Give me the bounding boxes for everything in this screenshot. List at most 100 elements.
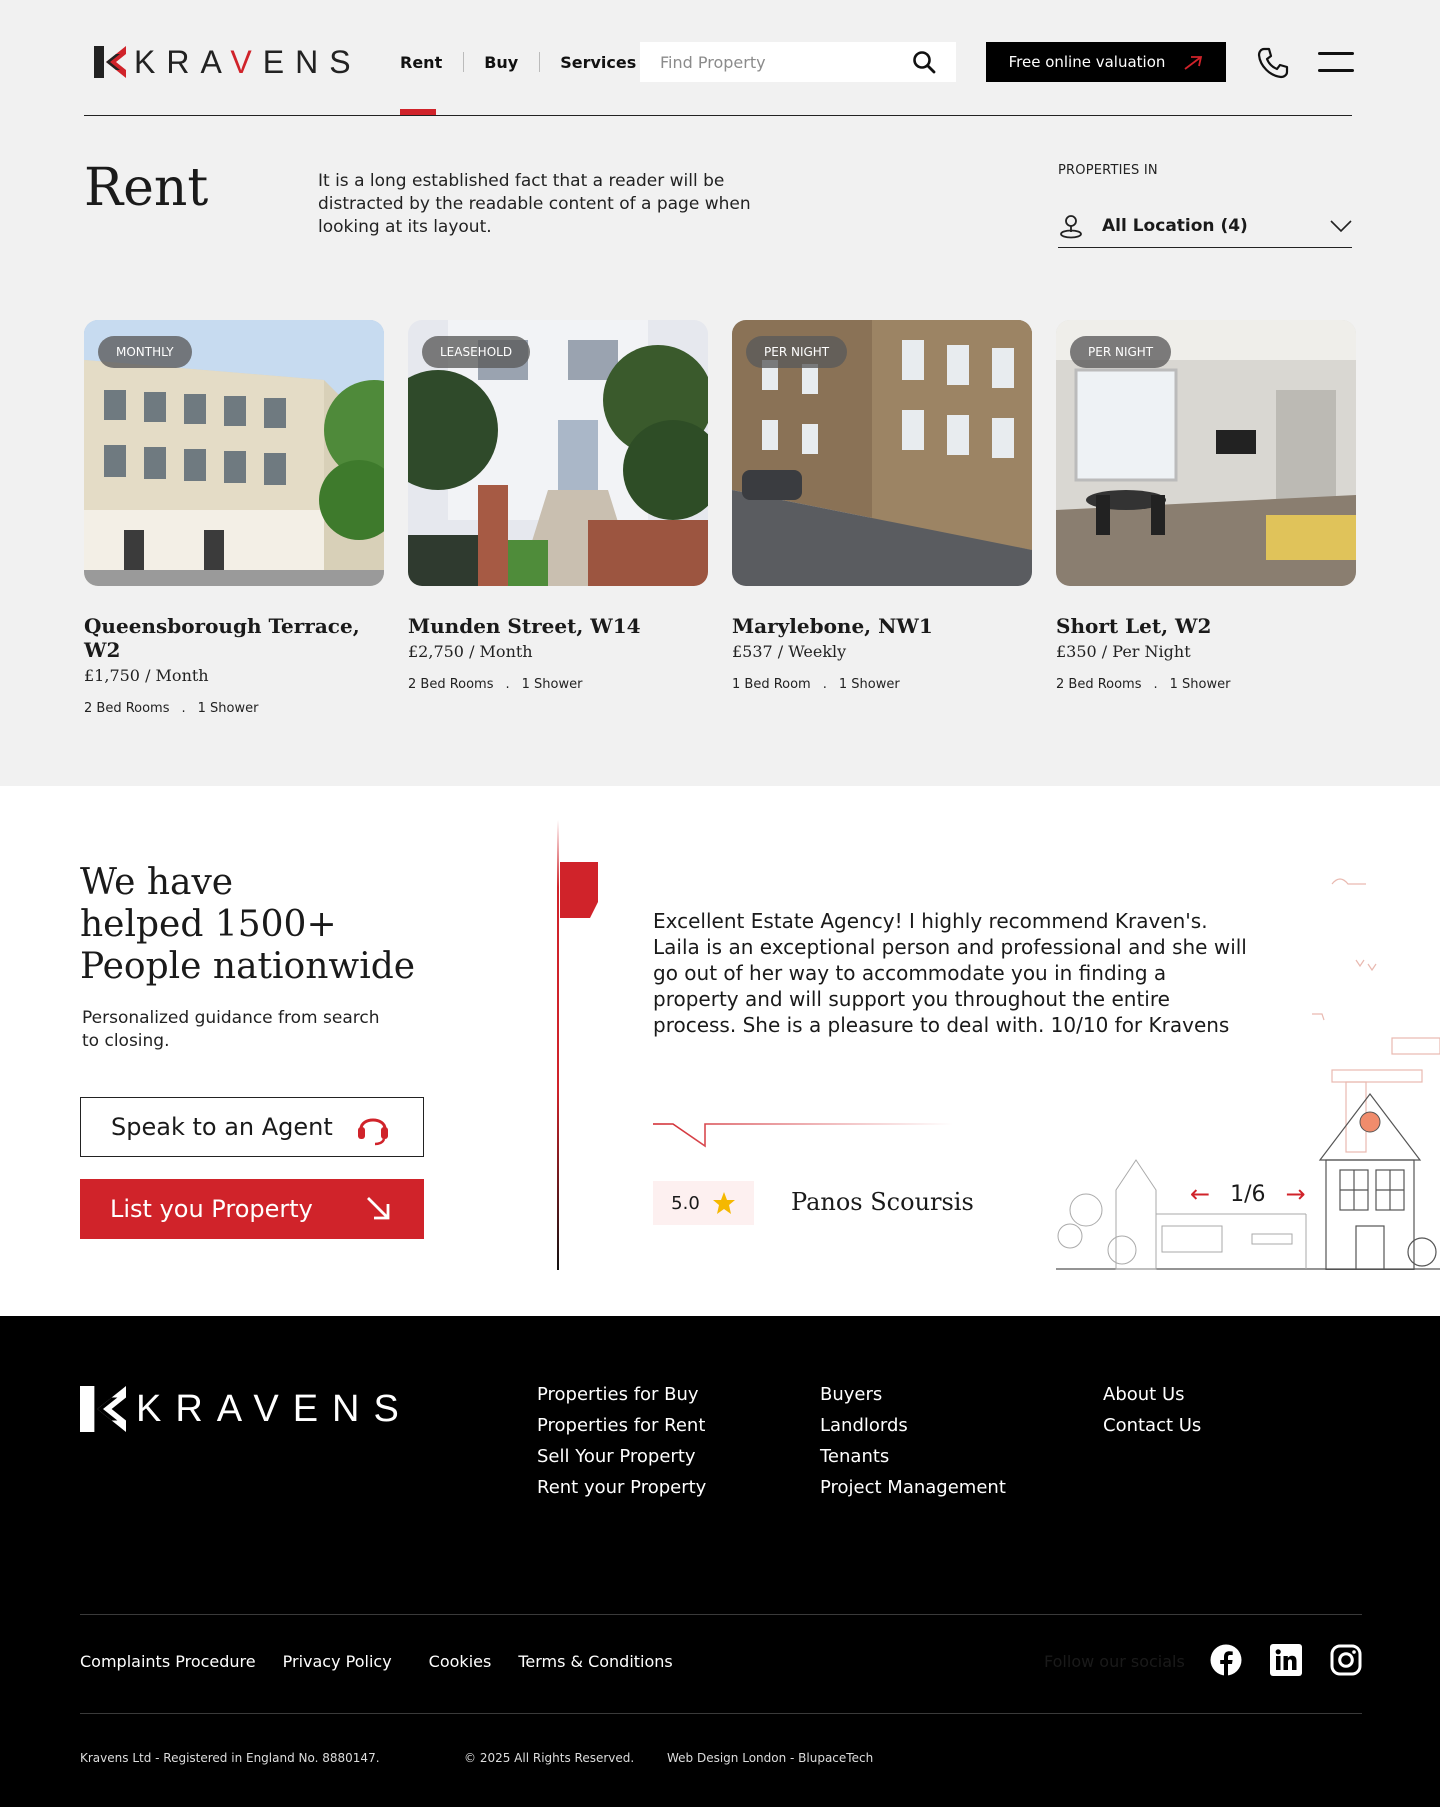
linkedin-icon[interactable] [1270,1644,1302,1676]
property-price: £350 / Per Night [1056,642,1191,661]
bedrooms: 2 Bed Rooms [84,701,170,716]
arrow-up-right-icon [1184,56,1203,70]
price-period: Per Night [1112,642,1191,661]
list-property-button[interactable]: List you Property [80,1179,424,1239]
page-intro: It is a long established fact that a rea… [318,171,751,237]
property-price: £1,750 / Month [84,666,209,685]
property-card[interactable]: PER NIGHT Short Let, W2 £350 / Per Night… [1056,320,1356,692]
footer-links-company: About Us Contact Us [1103,1384,1201,1436]
footer-divider [80,1614,1362,1615]
copyright: © 2025 All Rights Reserved. [464,1751,635,1765]
footer-links-audience: Buyers Landlords Tenants Project Managem… [820,1384,1006,1498]
main-nav: Rent Buy Services [400,52,657,72]
property-name[interactable]: Marylebone, NW1 [732,614,1032,638]
footer-link[interactable]: Properties for Rent [537,1415,706,1436]
property-meta: 1 Bed Room. 1 Shower [732,677,900,692]
legal-link[interactable]: Terms & Conditions [518,1652,672,1671]
speak-to-agent-button[interactable]: Speak to an Agent [80,1097,424,1157]
phone-icon[interactable] [1256,46,1290,80]
price-value: £350 [1056,642,1097,661]
property-name[interactable]: Munden Street, W14 [408,614,708,638]
price-period: Month [479,642,533,661]
search-input[interactable] [660,52,912,72]
headset-icon [358,1118,388,1146]
price-value: £2,750 [408,642,464,661]
footer-link[interactable]: Buyers [820,1384,1006,1405]
bathrooms: 1 Shower [197,701,259,716]
hamburger-menu-icon[interactable] [1318,52,1354,72]
free-valuation-button[interactable]: Free online valuation [986,42,1226,82]
property-name[interactable]: Short Let, W2 [1056,614,1356,638]
rating-value: 5.0 [671,1192,700,1214]
price-value: £1,750 [84,666,140,685]
price-value: £537 [732,642,773,661]
footer-link[interactable]: Sell Your Property [537,1446,706,1467]
follow-label: Follow our socials [1044,1652,1185,1671]
property-photo[interactable]: MONTHLY [84,320,384,586]
next-arrow-icon[interactable]: → [1286,1180,1306,1208]
property-meta: 2 Bed Rooms. 1 Shower [84,701,259,716]
footer-divider [80,1713,1362,1714]
property-card[interactable]: MONTHLY Queensborough Terrace, W2 £1,750… [84,320,384,716]
reviewer-name: Panos Scoursis [791,1188,974,1216]
star-icon [712,1192,735,1214]
legal-link[interactable]: Privacy Policy [283,1652,392,1671]
stat-subtitle: Personalized guidance from search to clo… [82,1008,380,1051]
bathrooms: 1 Shower [838,677,900,692]
legal-link[interactable]: Cookies [429,1652,492,1671]
facebook-icon[interactable] [1210,1644,1242,1676]
kravens-logo[interactable]: KRAVENS [94,44,362,80]
property-photo[interactable]: PER NIGHT [1056,320,1356,586]
logo-mark-icon [80,1386,126,1432]
nav-rent[interactable]: Rent [400,53,463,72]
footer-link[interactable]: Contact Us [1103,1415,1201,1436]
property-meta: 2 Bed Rooms. 1 Shower [1056,677,1231,692]
footer-link[interactable]: Tenants [820,1446,1006,1467]
bathrooms: 1 Shower [521,677,583,692]
footer-link[interactable]: Project Management [820,1477,1006,1498]
footer-link[interactable]: Landlords [820,1415,1006,1436]
footer-wordmark: KRAVENS [136,1387,413,1430]
speak-label: Speak to an Agent [111,1113,333,1141]
property-meta: 2 Bed Rooms. 1 Shower [408,677,583,692]
property-card[interactable]: PER NIGHT Marylebone, NW1 £537 / Weekly … [732,320,1032,692]
list-label: List you Property [110,1195,313,1223]
prev-arrow-icon[interactable]: ← [1190,1180,1210,1208]
house-illustration [1056,878,1440,1270]
listing-badge: LEASEHOLD [422,336,531,368]
location-select-value: All Location (4) [1102,215,1248,236]
web-design-credit[interactable]: Web Design London - BlupaceTech [667,1751,873,1765]
quote-flag-icon [560,862,598,918]
property-photo[interactable]: PER NIGHT [732,320,1032,586]
price-period: Month [155,666,209,685]
properties-in-label: PROPERTIES IN [1058,163,1158,178]
footer-link[interactable]: Properties for Buy [537,1384,706,1405]
legal-link[interactable]: Complaints Procedure [80,1652,256,1671]
footer-link[interactable]: About Us [1103,1384,1201,1405]
instagram-icon[interactable] [1330,1644,1362,1676]
valuation-label: Free online valuation [1008,53,1166,71]
footer-link[interactable]: Rent your Property [537,1477,706,1498]
property-name[interactable]: Queensborough Terrace, W2 [84,614,384,662]
bathrooms: 1 Shower [1169,677,1231,692]
footer-legal-links: Complaints Procedure Privacy Policy Cook… [80,1652,673,1671]
rating-badge: 5.0 [653,1181,754,1225]
footer-links-properties: Properties for Buy Properties for Rent S… [537,1384,706,1498]
property-price: £2,750 / Month [408,642,533,661]
location-pin-icon [1060,214,1082,238]
chevron-down-icon [1330,219,1352,232]
logo-mark-icon [94,46,126,78]
bedrooms: 2 Bed Rooms [408,677,494,692]
bedrooms: 1 Bed Room [732,677,811,692]
header-divider [84,115,1352,116]
location-select[interactable]: All Location (4) [1058,204,1352,248]
listing-badge: PER NIGHT [1070,336,1172,368]
price-period: Weekly [788,642,847,661]
footer-logo[interactable]: KRAVENS [80,1386,413,1432]
nav-buy[interactable]: Buy [464,53,539,72]
listing-badge: MONTHLY [98,336,192,368]
search-icon[interactable] [912,50,936,74]
property-card[interactable]: LEASEHOLD Munden Street, W14 £2,750 / Mo… [408,320,708,692]
property-photo[interactable]: LEASEHOLD [408,320,708,586]
bedrooms: 2 Bed Rooms [1056,677,1142,692]
